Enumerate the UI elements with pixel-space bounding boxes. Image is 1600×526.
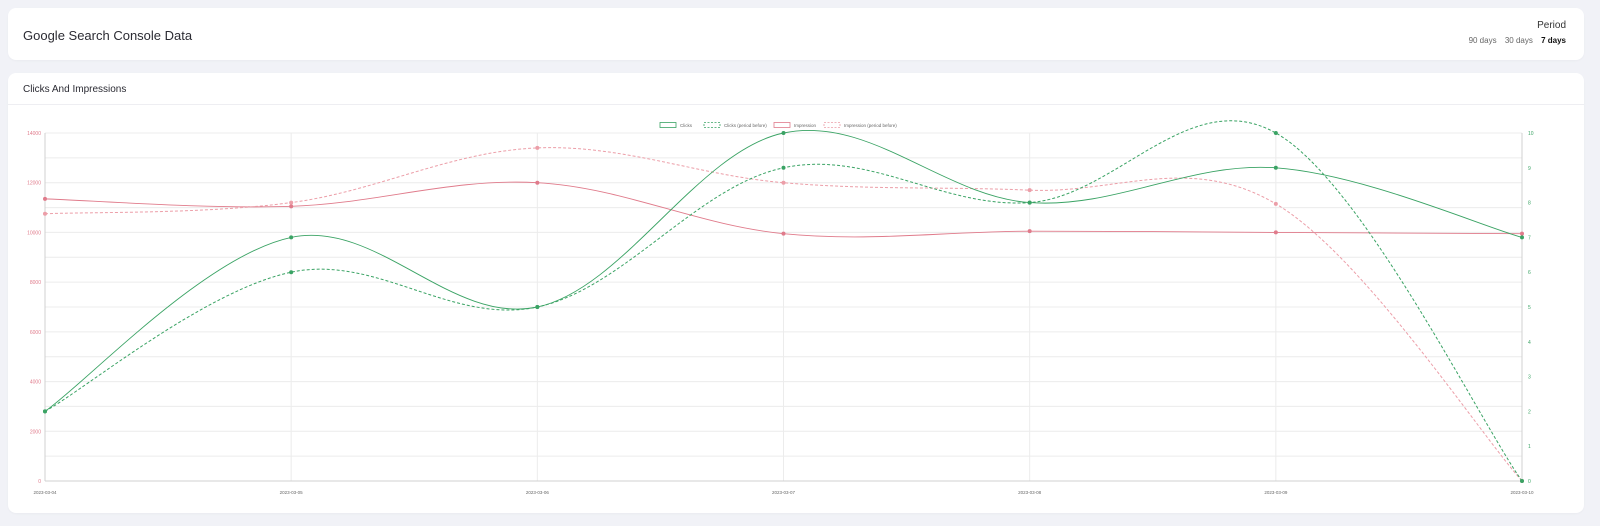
period-option-90-days[interactable]: 90 days [1469, 36, 1497, 45]
y-right-tick-label: 3 [1528, 375, 1531, 381]
legend-swatch [659, 122, 677, 128]
y-left-tick-label: 0 [38, 479, 41, 485]
x-tick-label: 2023-03-05 [280, 490, 304, 495]
data-point-clicks-period-before [1273, 131, 1278, 135]
y-right-tick-label: 4 [1528, 340, 1531, 346]
data-point-impression [1027, 229, 1032, 234]
data-point-clicks-period-before [289, 270, 294, 275]
y-right-tick-label: 10 [1528, 131, 1534, 137]
legend-label: Impression [794, 123, 817, 128]
y-left-tick-label: 2000 [30, 429, 41, 435]
data-point-clicks [43, 409, 47, 414]
y-left-tick-label: 4000 [30, 380, 41, 386]
data-point-impression [781, 231, 786, 236]
header-card: Google Search Console Data Period 90 day… [8, 8, 1584, 60]
x-tick-label: 2023-03-08 [1018, 490, 1042, 495]
data-point-clicks-period-before [1520, 479, 1524, 483]
legend-label: Impression (period before) [844, 123, 897, 128]
legend-swatch [773, 122, 791, 128]
data-point-clicks [535, 305, 540, 309]
x-tick-label: 2023-03-06 [526, 490, 550, 495]
y-right-tick-label: 5 [1528, 305, 1531, 311]
data-point-impression [43, 196, 47, 201]
legend-label: Clicks [680, 123, 693, 128]
y-right-tick-label: 6 [1528, 270, 1531, 276]
data-point-clicks [289, 235, 294, 240]
y-right-tick-label: 8 [1528, 201, 1531, 207]
y-right-tick-label: 9 [1528, 166, 1531, 172]
data-point-impression-period-before [289, 200, 294, 205]
data-point-clicks [1520, 235, 1524, 240]
data-point-impression-period-before [781, 180, 786, 185]
data-point-impression [535, 180, 540, 185]
y-right-tick-label: 0 [1528, 479, 1531, 485]
data-point-impression-period-before [43, 211, 47, 216]
y-right-tick-label: 1 [1528, 444, 1531, 450]
period-option-30-days[interactable]: 30 days [1505, 36, 1533, 45]
y-left-tick-label: 14000 [27, 131, 41, 137]
x-tick-label: 2023-03-09 [1264, 490, 1288, 495]
y-right-tick-label: 2 [1528, 409, 1531, 415]
y-right-tick-label: 7 [1528, 235, 1531, 241]
y-left-tick-label: 10000 [27, 230, 41, 236]
data-point-impression [289, 204, 294, 209]
x-tick-label: 2023-03-07 [772, 490, 796, 495]
period-selector: Period 90 days 30 days 7 days [1463, 20, 1566, 45]
legend-label: Clicks (period before) [724, 123, 767, 128]
data-point-impression [1273, 230, 1278, 235]
legend-swatch [703, 122, 721, 128]
data-point-impression-period-before [1273, 201, 1278, 206]
data-point-impression [1520, 231, 1524, 236]
y-left-tick-label: 6000 [30, 330, 41, 336]
clicks-impressions-chart: 0 2000 4000 6000 8000 10000 12000 14000 0 1 2 3 4 5 6 7… [27, 120, 1534, 495]
data-point-clicks [1027, 200, 1032, 205]
data-point-impression-period-before [1027, 188, 1032, 193]
chart-card: Clicks And Impressions 0 2000 4000 6000 8000… [8, 73, 1584, 513]
y-left-tick-label: 12000 [27, 181, 41, 187]
period-label: Period [1537, 20, 1566, 31]
data-point-impression-period-before [535, 145, 540, 150]
data-point-clicks [1273, 165, 1278, 170]
data-point-clicks-period-before [781, 165, 786, 170]
y-left-tick-label: 8000 [30, 280, 41, 286]
period-option-7-days[interactable]: 7 days [1541, 36, 1566, 45]
x-tick-label: 2023-03-10 [1510, 490, 1534, 495]
period-options: 90 days 30 days 7 days [1463, 36, 1566, 45]
page-title: Google Search Console Data [23, 28, 193, 43]
data-point-clicks [781, 131, 786, 135]
x-tick-label: 2023-03-04 [33, 490, 57, 495]
legend-swatch [823, 122, 841, 128]
